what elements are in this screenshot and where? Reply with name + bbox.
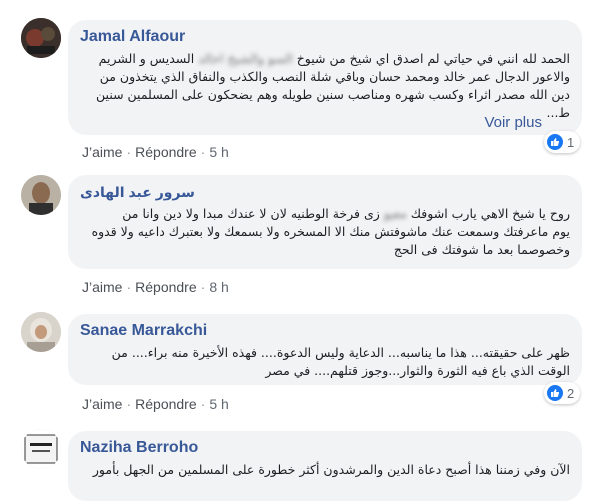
comment-bubble: Jamal Alfaour الحمد لله انني في حياتي لم…	[68, 20, 582, 135]
timestamp[interactable]: 5 h	[209, 144, 228, 160]
comment-author[interactable]: Jamal Alfaour	[80, 27, 570, 47]
avatar-image	[21, 175, 61, 215]
avatar[interactable]	[21, 175, 61, 215]
like-link[interactable]: J’aime	[82, 279, 122, 295]
like-icon	[547, 385, 563, 401]
avatar[interactable]	[21, 429, 61, 469]
reaction-count[interactable]: 1	[544, 131, 581, 153]
see-more-link[interactable]: Voir plus	[484, 114, 542, 131]
avatar[interactable]	[21, 312, 61, 352]
comment-actions: J’aime · Répondre · 5 h	[82, 396, 229, 412]
like-link[interactable]: J’aime	[82, 144, 122, 160]
blurred-text: معيو	[383, 206, 407, 221]
timestamp[interactable]: 5 h	[209, 396, 228, 412]
comment-text: ظهر على حقيقته... هذا ما يناسبه... الدعا…	[111, 345, 570, 378]
comment-text: روح يا شيخ الاهي يارب اشوفك معيو زى فرخة…	[91, 206, 570, 257]
timestamp[interactable]: 8 h	[209, 279, 228, 295]
comment-bubble: Naziha Berroho الآن وفي زمننا هذا أصبح د…	[68, 431, 582, 501]
blurred-text: السو والشيخ اخالد	[198, 51, 293, 66]
reply-link[interactable]: Répondre	[135, 396, 197, 412]
comment-author[interactable]: Sanae Marrakchi	[80, 321, 570, 341]
comment-author[interactable]: Naziha Berroho	[80, 438, 570, 458]
comment-bubble: سرور عبد الهادى روح يا شيخ الاهي يارب اش…	[68, 175, 582, 269]
reply-link[interactable]: Répondre	[135, 144, 197, 160]
like-link[interactable]: J’aime	[82, 396, 122, 412]
comment-text: الحمد لله انني في حياتي لم اصدق اي شيخ م…	[96, 51, 570, 120]
avatar[interactable]	[21, 18, 61, 58]
avatar-image	[21, 18, 61, 58]
like-icon	[547, 134, 563, 150]
avatar-image	[21, 429, 61, 469]
reply-link[interactable]: Répondre	[135, 279, 197, 295]
avatar-image	[21, 312, 61, 352]
comment-bubble: Sanae Marrakchi ظهر على حقيقته... هذا ما…	[68, 314, 582, 385]
reaction-count[interactable]: 2	[544, 382, 581, 404]
comment-text: الآن وفي زمننا هذا أصبح دعاة الدين والمر…	[92, 462, 570, 477]
comment-author[interactable]: سرور عبد الهادى	[80, 182, 570, 202]
comment-actions: J’aime · Répondre · 8 h	[82, 279, 229, 295]
comment-actions: J’aime · Répondre · 5 h	[82, 144, 229, 160]
